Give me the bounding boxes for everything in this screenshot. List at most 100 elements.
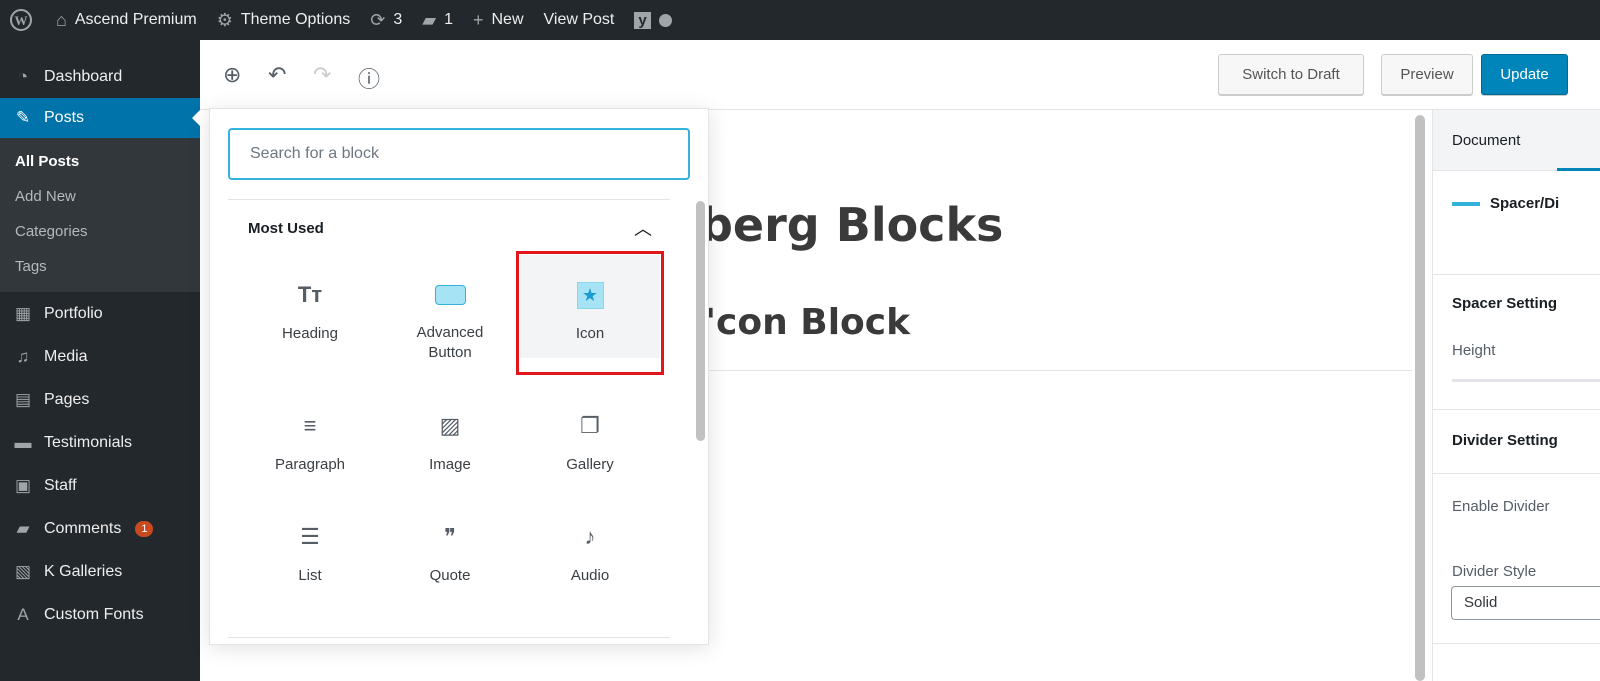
spacer-icon [1452,202,1480,207]
portfolio-icon: ▦ [14,303,32,323]
sidebar-label: Staff [44,476,77,494]
admin-bar: W ⌂ Ascend Premium ⚙ Theme Options ⟳ 3 ▰ 1 +… [0,0,1600,40]
block-heading[interactable]: Tт Heading [240,275,380,342]
sidebar-item-custom-fonts[interactable]: A Custom Fonts [0,593,200,636]
block-quote[interactable]: ❞ Quote [380,517,520,584]
block-search-input[interactable]: Search for a block [228,128,690,180]
spacer-settings-title[interactable]: Spacer Setting [1452,295,1600,312]
comment-icon: ▰ [422,9,437,30]
block-card: Spacer/Di [1433,171,1600,275]
submenu-tags[interactable]: Tags [0,249,200,284]
editor-toolbar: ⊕ ↶ ↷ ⓘ Switch to Draft Preview Update [200,40,1600,110]
site-name-link[interactable]: ⌂ Ascend Premium [56,10,197,31]
chevron-up-icon[interactable]: ︿ [634,215,652,241]
sidebar-item-staff[interactable]: ▣ Staff [0,464,200,507]
gear-icon: ⚙ [216,9,233,30]
star-icon: ★ [520,275,660,315]
preview-button[interactable]: Preview [1381,54,1473,95]
block-image[interactable]: ▨ Image [380,406,520,473]
sidebar-label: Pages [44,390,90,408]
block-icon[interactable]: ★ Icon [520,275,660,342]
block-gallery[interactable]: ❐ Gallery [520,406,660,473]
sidebar-item-portfolio[interactable]: ▦ Portfolio [0,292,200,335]
inserter-scrollbar[interactable] [696,201,705,441]
galleries-icon: ▧ [14,561,32,581]
new-content-link[interactable]: + New [473,10,524,31]
divider [700,370,1412,371]
info-icon[interactable]: ⓘ [358,62,380,94]
sidebar-label: Comments [44,519,122,537]
block-label: Paragraph [274,456,346,473]
settings-sidebar: Document Spacer/Di Spacer Setting Height… [1432,110,1600,681]
block-advanced-button[interactable]: Advanced Button [380,275,520,363]
enable-divider-label: Enable Divider [1452,498,1550,515]
fonts-icon: A [17,604,29,624]
redo-icon[interactable]: ↷ [313,62,331,88]
block-list[interactable]: ☰ List [240,517,380,584]
block-label: Advanced Button [416,324,484,361]
sidebar-item-k-galleries[interactable]: ▧ K Galleries [0,550,200,593]
updates-link[interactable]: ⟳ 3 [370,10,402,31]
list-icon: ☰ [300,524,320,549]
divider-style-select[interactable]: Solid [1451,586,1600,620]
staff-icon: ▣ [14,475,32,495]
block-label: Image [429,456,471,473]
sidebar-label: Testimonials [44,433,133,451]
add-block-icon[interactable]: ⊕ [223,62,241,88]
sidebar-item-dashboard[interactable]: ◔ Dashboard [0,55,200,98]
divider-settings-title[interactable]: Divider Setting [1433,410,1600,474]
post-title[interactable]: berg Blocks [700,198,1003,252]
sidebar-item-posts[interactable]: ✎ Posts [0,98,200,138]
sidebar-label: K Galleries [44,562,123,580]
plus-icon: + [472,9,484,30]
block-paragraph[interactable]: ≡ Paragraph [240,406,380,473]
block-audio[interactable]: ♪ Audio [520,517,660,584]
update-button[interactable]: Update [1481,54,1568,95]
height-label: Height [1452,342,1496,359]
height-slider[interactable] [1452,379,1600,382]
sidebar-label: Dashboard [44,67,123,85]
divider [228,199,670,200]
sidebar-item-testimonials[interactable]: ▬ Testimonials [0,421,200,464]
divider-settings-panel: Enable Divider Divider Style Solid [1433,474,1600,644]
sidebar-item-comments[interactable]: ▰ Comments 1 [0,507,200,550]
block-label: Quote [429,567,471,584]
updates-count: 3 [393,11,403,28]
yoast-icon[interactable]: y [634,11,672,29]
submenu-add-new[interactable]: Add New [0,179,200,214]
audio-icon: ♪ [584,524,596,549]
comments-link[interactable]: ▰ 1 [422,10,453,31]
tab-document[interactable]: Document [1452,132,1520,149]
media-icon: ♫ [16,346,30,366]
undo-icon[interactable]: ↶ [268,62,286,88]
submenu-all-posts[interactable]: All Posts [0,144,200,179]
dashboard-icon: ◔ [17,66,29,86]
wordpress-logo-icon[interactable]: W [10,9,32,31]
site-name: Ascend Premium [74,11,197,28]
admin-sidebar: ◔ Dashboard ✎ Posts All Posts Add New Cate… [0,40,200,681]
comments-icon: ▰ [16,518,30,538]
posts-submenu: All Posts Add New Categories Tags [0,138,200,292]
sidebar-item-media[interactable]: ♫ Media [0,335,200,378]
testimonials-icon: ▬ [14,432,32,452]
comments-badge: 1 [135,520,154,537]
most-used-heading[interactable]: Most Used [248,220,324,237]
spacer-settings-panel: Spacer Setting Height [1433,275,1600,410]
view-post-link[interactable]: View Post [544,11,615,29]
sidebar-item-pages[interactable]: ▤ Pages [0,378,200,421]
paragraph-icon: ≡ [303,413,317,438]
divider [228,637,670,638]
comments-count: 1 [444,11,453,28]
theme-options-link[interactable]: ⚙ Theme Options [217,10,351,31]
sidebar-label: Posts [44,109,85,126]
editor-scrollbar[interactable] [1415,115,1425,681]
sidebar-label: Portfolio [44,304,103,322]
switch-to-draft-button[interactable]: Switch to Draft [1218,54,1364,95]
block-label: Audio [570,567,610,584]
heading-block[interactable]: 'con Block [705,302,910,343]
status-dot-icon [658,13,672,27]
block-label: Icon [575,325,605,342]
submenu-categories[interactable]: Categories [0,214,200,249]
sidebar-label: Custom Fonts [44,605,144,623]
view-post-label: View Post [543,11,615,28]
